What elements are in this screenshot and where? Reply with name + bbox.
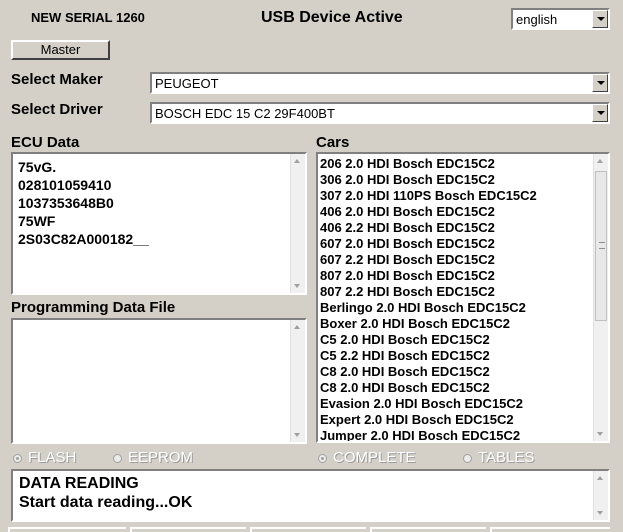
car-item[interactable]: 607 2.0 HDI Bosch EDC15C2: [320, 236, 537, 252]
ecu-data-label: ECU Data: [11, 134, 80, 151]
ecu-scrollbar[interactable]: [290, 154, 305, 293]
scroll-up-arrow-icon[interactable]: [294, 325, 300, 329]
car-item[interactable]: Boxer 2.0 HDI Bosch EDC15C2: [320, 316, 537, 332]
flash-label: FLASH: [28, 449, 77, 466]
cars-list[interactable]: 206 2.0 HDI Bosch EDC15C2 306 2.0 HDI Bo…: [316, 152, 610, 443]
scroll-down-arrow-icon[interactable]: [294, 284, 300, 288]
tables-option[interactable]: TABLES: [463, 449, 534, 466]
status-box[interactable]: DATA READING Start data reading...OK: [11, 469, 610, 522]
programming-data-box[interactable]: [11, 318, 307, 444]
car-item[interactable]: Expert 2.0 HDI Bosch EDC15C2: [320, 412, 537, 428]
maker-value: PEUGEOT: [155, 76, 219, 91]
ecu-line: 1037353648B0: [18, 195, 114, 211]
maker-select[interactable]: PEUGEOT: [150, 72, 610, 94]
bottom-button[interactable]: [130, 527, 246, 532]
car-item[interactable]: 607 2.2 HDI Bosch EDC15C2: [320, 252, 537, 268]
car-item[interactable]: C5 2.2 HDI Bosch EDC15C2: [320, 348, 537, 364]
cars-label: Cars: [316, 134, 350, 151]
select-maker-label: Select Maker: [11, 71, 103, 88]
eeprom-option[interactable]: EEPROM: [113, 449, 193, 466]
car-item[interactable]: C8 2.0 HDI Bosch EDC15C2: [320, 364, 537, 380]
ecu-line: 75WF: [18, 213, 56, 229]
chevron-down-icon[interactable]: [592, 104, 608, 122]
car-item[interactable]: 406 2.0 HDI Bosch EDC15C2: [320, 204, 537, 220]
ecu-line: 028101059410: [18, 177, 112, 193]
radio-icon[interactable]: [318, 453, 327, 463]
scroll-grip-icon: [599, 242, 605, 249]
car-item[interactable]: C8 2.0 HDI Bosch EDC15C2: [320, 380, 537, 396]
bottom-button[interactable]: [370, 527, 486, 532]
serial-number: NEW SERIAL 1260: [31, 10, 145, 25]
car-item[interactable]: 406 2.2 HDI Bosch EDC15C2: [320, 220, 537, 236]
bottom-button[interactable]: [8, 527, 126, 532]
master-button[interactable]: Master: [11, 40, 110, 60]
driver-value: BOSCH EDC 15 C2 29F400BT: [155, 106, 335, 121]
car-item[interactable]: 206 2.0 HDI Bosch EDC15C2: [320, 156, 537, 172]
complete-label: COMPLETE: [333, 449, 416, 466]
bottom-button[interactable]: [490, 527, 610, 532]
car-item[interactable]: Berlingo 2.0 HDI Bosch EDC15C2: [320, 300, 537, 316]
bottom-button[interactable]: [250, 527, 366, 532]
status-line: DATA READING: [19, 475, 139, 492]
eeprom-label: EEPROM: [128, 449, 194, 466]
scroll-down-arrow-icon[interactable]: [294, 433, 300, 437]
chevron-down-icon[interactable]: [592, 74, 608, 92]
ecu-line: 75vG.: [18, 159, 57, 175]
driver-select[interactable]: BOSCH EDC 15 C2 29F400BT: [150, 102, 610, 124]
scroll-down-arrow-icon[interactable]: [597, 432, 603, 436]
scroll-thumb[interactable]: [595, 171, 607, 321]
cars-scrollbar[interactable]: [593, 154, 608, 441]
status-line: Start data reading...OK: [19, 494, 193, 511]
ecu-data-box[interactable]: 75vG. 028101059410 1037353648B0 75WF 2S0…: [11, 152, 307, 295]
ecu-line: 2S03C82A000182__: [18, 231, 149, 247]
car-item[interactable]: 807 2.2 HDI Bosch EDC15C2: [320, 284, 537, 300]
language-select[interactable]: english: [511, 8, 610, 30]
radio-icon[interactable]: [13, 453, 22, 463]
car-item[interactable]: Jumper 2.0 HDI Bosch EDC15C2: [320, 428, 537, 441]
language-value: english: [516, 12, 558, 27]
car-item[interactable]: 307 2.0 HDI 110PS Bosch EDC15C2: [320, 188, 537, 204]
car-item[interactable]: 306 2.0 HDI Bosch EDC15C2: [320, 172, 537, 188]
select-driver-label: Select Driver: [11, 101, 103, 118]
car-item[interactable]: C5 2.0 HDI Bosch EDC15C2: [320, 332, 537, 348]
radio-icon[interactable]: [113, 453, 122, 463]
programming-scrollbar[interactable]: [290, 320, 305, 442]
scroll-up-arrow-icon[interactable]: [294, 159, 300, 163]
chevron-down-icon[interactable]: [592, 10, 608, 28]
car-item[interactable]: 807 2.0 HDI Bosch EDC15C2: [320, 268, 537, 284]
programming-data-label: Programming Data File: [11, 299, 176, 316]
flash-option[interactable]: FLASH: [13, 449, 76, 466]
status-scrollbar[interactable]: [593, 471, 608, 520]
scroll-up-arrow-icon[interactable]: [597, 159, 603, 163]
complete-option[interactable]: COMPLETE: [318, 449, 416, 466]
usb-status: USB Device Active: [261, 9, 403, 26]
bottom-button-strip: [0, 527, 623, 532]
scroll-up-arrow-icon[interactable]: [597, 476, 603, 480]
car-item[interactable]: Evasion 2.0 HDI Bosch EDC15C2: [320, 396, 537, 412]
tables-label: TABLES: [478, 449, 535, 466]
scroll-down-arrow-icon[interactable]: [597, 511, 603, 515]
radio-icon[interactable]: [463, 453, 472, 463]
